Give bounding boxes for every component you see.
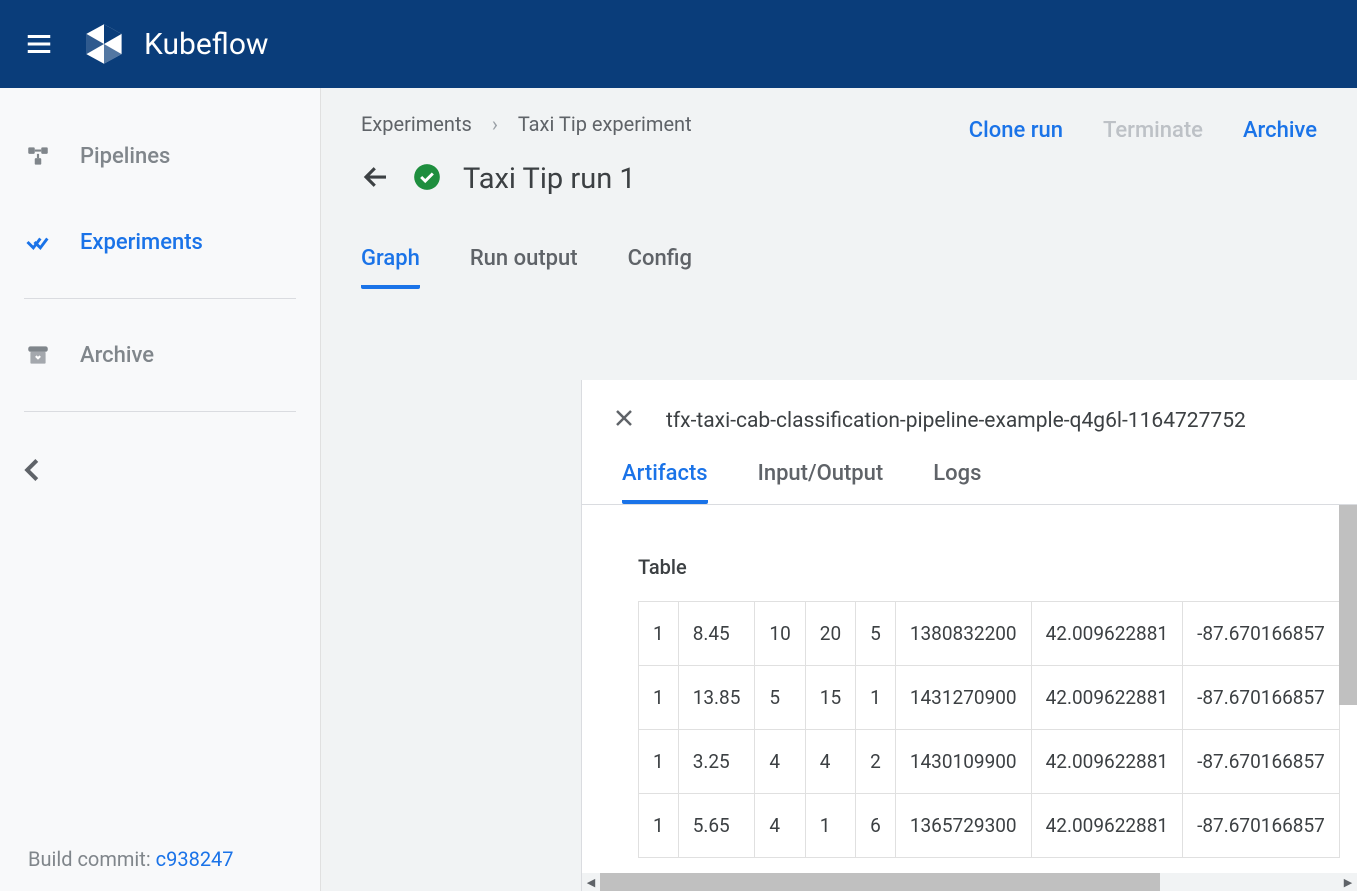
table-cell: 13.85: [678, 666, 755, 730]
table-cell: 20: [805, 602, 855, 666]
table-row: 13.25442143010990042.009622881-87.670166…: [639, 730, 1340, 794]
logo[interactable]: Kubeflow: [82, 22, 268, 66]
page-title: Taxi Tip run 1: [463, 162, 636, 196]
artifact-table: 18.4510205138083220042.009622881-87.6701…: [638, 601, 1340, 858]
table-cell: 1430109900: [895, 730, 1031, 794]
panel-title: tfx-taxi-cab-classification-pipeline-exa…: [666, 409, 1327, 433]
sidebar-item-pipelines[interactable]: Pipelines: [24, 128, 296, 184]
sidebar-item-experiments[interactable]: Experiments: [24, 214, 296, 270]
build-commit: Build commit: c938247: [28, 847, 234, 871]
table-cell: 1: [856, 666, 896, 730]
panel-body[interactable]: Table 18.4510205138083220042.009622881-8…: [582, 505, 1357, 873]
table-cell: 4: [755, 730, 805, 794]
tab-logs[interactable]: Logs: [933, 461, 981, 504]
action-bar: Clone run Terminate Archive: [969, 118, 1317, 143]
table-cell: 6: [856, 794, 896, 858]
table-row: 15.65416136572930042.009622881-87.670166…: [639, 794, 1340, 858]
run-tabs: Graph Run output Config: [321, 206, 1357, 289]
table-cell: -87.670166857: [1183, 666, 1340, 730]
table-cell: 2: [856, 730, 896, 794]
archive-button[interactable]: Archive: [1243, 118, 1317, 143]
pipelines-icon: [24, 142, 52, 170]
table-cell: 5: [856, 602, 896, 666]
main-content: Experiments › Taxi Tip experiment Taxi T…: [321, 88, 1357, 891]
table-cell: 4: [805, 730, 855, 794]
back-arrow-icon[interactable]: [361, 162, 391, 196]
table-cell: -87.670166857: [1183, 794, 1340, 858]
menu-icon[interactable]: [24, 29, 54, 59]
tab-config[interactable]: Config: [628, 246, 692, 289]
table-cell: 5: [755, 666, 805, 730]
table-heading: Table: [638, 555, 1301, 579]
status-success-icon: [413, 163, 441, 195]
table-cell: 4: [755, 794, 805, 858]
table-cell: 1: [639, 794, 679, 858]
table-row: 18.4510205138083220042.009622881-87.6701…: [639, 602, 1340, 666]
sidebar-item-label: Pipelines: [80, 144, 170, 169]
close-icon[interactable]: [612, 404, 636, 437]
table-cell: 42.009622881: [1031, 794, 1182, 858]
table-cell: 42.009622881: [1031, 730, 1182, 794]
table-cell: 1: [805, 794, 855, 858]
table-cell: 1380832200: [895, 602, 1031, 666]
archive-icon: [24, 341, 52, 369]
experiments-icon: [24, 228, 52, 256]
divider: [24, 411, 296, 412]
table-cell: -87.670166857: [1183, 730, 1340, 794]
table-cell: 42.009622881: [1031, 602, 1182, 666]
table-cell: 1431270900: [895, 666, 1031, 730]
table-cell: 15: [805, 666, 855, 730]
topbar: Kubeflow: [0, 0, 1357, 88]
vertical-scrollbar[interactable]: [1339, 505, 1357, 705]
sidebar-item-label: Archive: [80, 343, 154, 368]
table-cell: 10: [755, 602, 805, 666]
commit-hash-link[interactable]: c938247: [156, 847, 234, 871]
sidebar: Pipelines Experiments Archive Build comm…: [0, 88, 321, 891]
kubeflow-icon: [82, 22, 126, 66]
table-cell: 1: [639, 602, 679, 666]
table-cell: 1365729300: [895, 794, 1031, 858]
table-cell: 8.45: [678, 602, 755, 666]
tab-artifacts[interactable]: Artifacts: [622, 461, 708, 504]
scroll-right-icon[interactable]: ▶: [1339, 873, 1357, 891]
artifact-panel: tfx-taxi-cab-classification-pipeline-exa…: [581, 380, 1357, 891]
sidebar-item-archive[interactable]: Archive: [24, 327, 296, 383]
clone-run-button[interactable]: Clone run: [969, 118, 1063, 143]
divider: [24, 298, 296, 299]
tab-input-output[interactable]: Input/Output: [758, 461, 884, 504]
table-cell: -87.670166857: [1183, 602, 1340, 666]
chevron-right-icon: ›: [492, 112, 498, 136]
table-cell: 1: [639, 730, 679, 794]
tab-graph[interactable]: Graph: [361, 246, 420, 289]
table-cell: 5.65: [678, 794, 755, 858]
panel-tabs: Artifacts Input/Output Logs: [582, 461, 1357, 505]
table-cell: 42.009622881: [1031, 666, 1182, 730]
table-cell: 1: [639, 666, 679, 730]
collapse-button[interactable]: [24, 450, 296, 490]
table-row: 113.855151143127090042.009622881-87.6701…: [639, 666, 1340, 730]
chevron-left-icon: [24, 457, 40, 483]
scroll-left-icon[interactable]: ◀: [582, 873, 600, 891]
horizontal-scrollbar[interactable]: ◀ ▶: [582, 873, 1357, 891]
table-cell: 3.25: [678, 730, 755, 794]
terminate-button: Terminate: [1103, 118, 1203, 143]
breadcrumb-root[interactable]: Experiments: [361, 112, 472, 136]
sidebar-item-label: Experiments: [80, 230, 203, 255]
tab-run-output[interactable]: Run output: [470, 246, 578, 289]
app-name: Kubeflow: [144, 27, 268, 62]
breadcrumb-leaf[interactable]: Taxi Tip experiment: [518, 112, 692, 136]
